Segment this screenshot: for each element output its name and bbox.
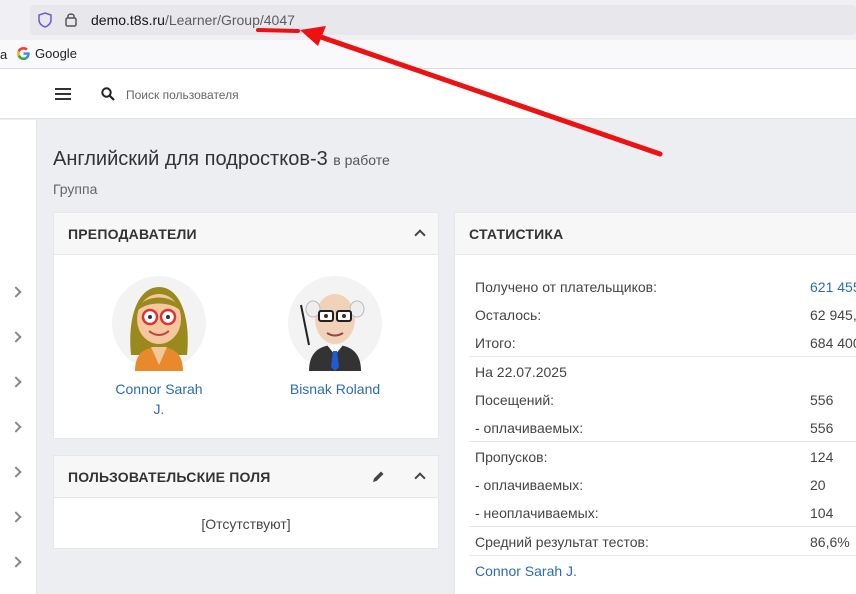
teachers-panel-header[interactable]: ПРЕПОДАВАТЕЛИ xyxy=(54,213,438,255)
sidebar xyxy=(0,120,37,594)
stat-value: 684 400 xyxy=(810,335,856,351)
statistics-panel-title: СТАТИСТИКА xyxy=(469,226,564,242)
stat-label: Пропусков: xyxy=(475,449,548,465)
divider xyxy=(469,441,856,442)
chevron-right-icon[interactable] xyxy=(10,421,22,433)
stat-row: На 22.07.2025 xyxy=(475,364,856,380)
stat-row: Получено от плательщиков: 621 455 xyxy=(475,279,856,295)
url-path: /Learner/Group/4047 xyxy=(164,12,295,28)
stat-label: Осталось: xyxy=(475,307,542,323)
teacher-name-line2[interactable]: J. xyxy=(96,399,222,419)
teacher-name[interactable]: Connor Sarah xyxy=(96,379,222,399)
stat-label: Средний результат тестов: xyxy=(475,534,649,550)
divider xyxy=(469,526,856,527)
divider xyxy=(469,555,856,556)
teachers-panel-title: ПРЕПОДАВАТЕЛИ xyxy=(68,226,197,242)
stat-value: 556 xyxy=(810,420,834,436)
page-subtitle: Группа xyxy=(53,181,98,197)
search-input[interactable] xyxy=(126,84,426,106)
group-name: Английский для подростков-3 xyxy=(53,148,328,170)
google-icon xyxy=(17,47,30,60)
bookmarks-bar xyxy=(0,40,856,69)
statistics-panel-header[interactable]: СТАТИСТИКА xyxy=(455,213,856,255)
stat-value[interactable]: 621 455 xyxy=(810,279,856,295)
teacher-stats-link[interactable]: Connor Sarah J. xyxy=(475,563,577,579)
statistics-panel: СТАТИСТИКА Получено от плательщиков: 621 … xyxy=(454,212,856,594)
stat-row: - оплачиваемых: 20 xyxy=(475,477,856,493)
stat-row: - неоплачиваемых: 104 xyxy=(475,505,856,521)
stat-row: Connor Sarah J. xyxy=(475,563,856,579)
menu-icon[interactable] xyxy=(55,88,71,101)
stat-value: 104 xyxy=(810,505,834,521)
stat-label: - неоплачиваемых: xyxy=(475,505,599,521)
stat-value: 20 xyxy=(810,477,826,493)
stat-value: 62 945, xyxy=(810,307,856,323)
chevron-right-icon[interactable] xyxy=(10,511,22,523)
collapse-icon[interactable] xyxy=(414,229,426,241)
teacher-name[interactable]: Bisnak Roland xyxy=(272,379,398,399)
stat-row: - оплачиваемых: 556 xyxy=(475,420,856,436)
url-text[interactable]: demo.t8s.ru/Learner/Group/4047 xyxy=(91,12,295,28)
bookmark-google-label: Google xyxy=(35,46,77,61)
stat-row: Итого: 684 400 xyxy=(475,335,856,351)
custom-fields-panel: ПОЛЬЗОВАТЕЛЬСКИЕ ПОЛЯ [Отсутствуют] xyxy=(53,455,439,549)
avatar xyxy=(112,276,206,371)
url-host: demo.t8s.ru xyxy=(91,12,165,28)
status-badge: в работе xyxy=(333,152,390,168)
stat-row: Средний результат тестов: 86,6% xyxy=(475,534,856,550)
stat-row: Осталось: 62 945, xyxy=(475,307,856,323)
divider xyxy=(469,356,856,357)
stat-label: На 22.07.2025 xyxy=(475,364,567,380)
empty-state-text: [Отсутствуют] xyxy=(201,516,291,532)
stat-row: Пропусков: 124 xyxy=(475,449,856,465)
teacher-card[interactable]: Connor Sarah J. xyxy=(96,275,222,419)
chevron-right-icon[interactable] xyxy=(10,376,22,388)
chevron-right-icon[interactable] xyxy=(10,286,22,298)
stat-value: 124 xyxy=(810,449,834,465)
avatar xyxy=(288,276,382,371)
custom-fields-panel-header[interactable]: ПОЛЬЗОВАТЕЛЬСКИЕ ПОЛЯ xyxy=(54,456,438,498)
stat-row: Посещений: 556 xyxy=(475,392,856,408)
custom-fields-panel-title: ПОЛЬЗОВАТЕЛЬСКИЕ ПОЛЯ xyxy=(68,469,271,485)
bookmark-truncated[interactable]: a xyxy=(0,47,7,62)
page-title: Английский для подростков-3 в работе xyxy=(53,148,390,171)
stat-label: Посещений: xyxy=(475,392,555,408)
stat-label: - оплачиваемых: xyxy=(475,420,584,436)
lock-icon[interactable] xyxy=(64,11,78,27)
collapse-icon[interactable] xyxy=(414,472,426,484)
search-icon xyxy=(101,87,115,101)
teacher-card[interactable]: Bisnak Roland xyxy=(272,275,398,399)
teachers-panel: ПРЕПОДАВАТЕЛИ Connor Sarah J. Bisnak Rol… xyxy=(53,212,439,439)
stat-label: Получено от плательщиков: xyxy=(475,279,657,295)
edit-pencil-icon[interactable] xyxy=(372,470,385,483)
bookmark-google[interactable]: Google xyxy=(17,46,77,61)
chevron-right-icon[interactable] xyxy=(10,556,22,568)
chevron-right-icon[interactable] xyxy=(10,466,22,478)
stat-label: Итого: xyxy=(475,335,516,351)
shield-icon[interactable] xyxy=(38,12,52,28)
stat-value: 86,6% xyxy=(810,534,850,550)
stat-label: - оплачиваемых: xyxy=(475,477,584,493)
chevron-right-icon[interactable] xyxy=(10,331,22,343)
stat-value: 556 xyxy=(810,392,834,408)
